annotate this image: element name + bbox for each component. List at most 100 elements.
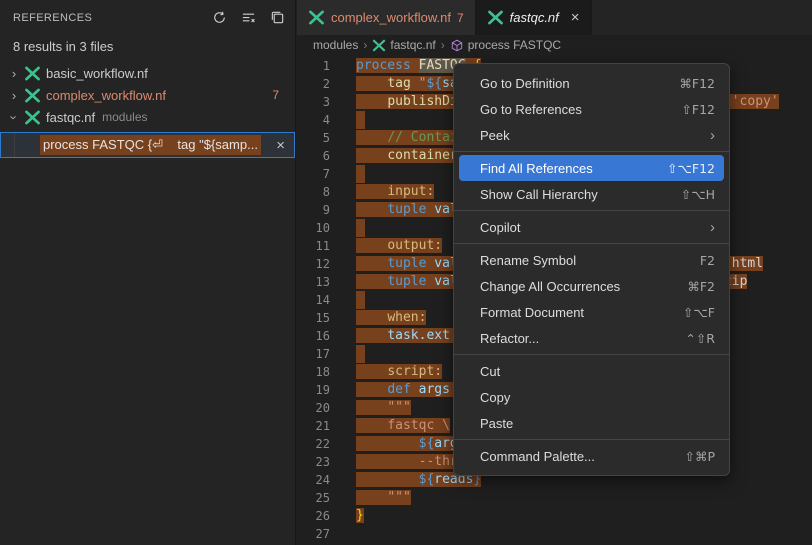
tab-bar: complex_workflow.nf 7 fastqc.nf ×: [297, 0, 812, 35]
menu-separator: [454, 243, 729, 244]
menu-item-shortcut: ⇧⌘P: [684, 449, 715, 464]
line-number: 18: [297, 363, 330, 381]
line-number: 14: [297, 291, 330, 309]
code-line: 27: [297, 525, 812, 543]
symbol-cube-icon: [450, 39, 464, 52]
reference-highlight-empty-line: [356, 291, 365, 309]
code-line-content[interactable]: fastqc \: [330, 417, 450, 435]
line-number: 6: [297, 147, 330, 165]
menu-item-show-call-hierarchy[interactable]: Show Call Hierarchy ⇧⌥H: [459, 181, 724, 207]
line-number: 23: [297, 453, 330, 471]
line-number: 5: [297, 129, 330, 147]
menu-item-command-palette[interactable]: Command Palette...⇧⌘P: [459, 443, 724, 469]
reference-highlight: when:: [356, 310, 426, 325]
reference-highlight: }: [356, 508, 364, 523]
file-row-complex-workflow[interactable]: › complex_workflow.nf 7: [0, 84, 295, 106]
breadcrumb-item-process-fastqc[interactable]: process FASTQC: [450, 38, 561, 52]
results-summary: 8 results in 3 files: [0, 35, 295, 62]
breadcrumb-item-modules[interactable]: modules: [313, 38, 358, 52]
line-number: 7: [297, 165, 330, 183]
code-line-content[interactable]: [330, 219, 365, 237]
menu-separator: [454, 210, 729, 211]
result-count-badge: 7: [272, 88, 287, 102]
menu-item-format-document[interactable]: Format Document⇧⌥F: [459, 299, 724, 325]
code-line-content[interactable]: [330, 525, 356, 543]
file-folder-label: modules: [102, 110, 147, 124]
file-row-basic-workflow[interactable]: › basic_workflow.nf: [0, 62, 295, 84]
code-line-content[interactable]: [330, 291, 365, 309]
context-menu: Go to Definition⌘F12Go to References⇧F12…: [453, 63, 730, 476]
reference-highlight: fastqc \: [356, 418, 450, 433]
nextflow-icon: [372, 39, 386, 52]
line-number: 12: [297, 255, 330, 273]
file-row-fastqc[interactable]: › fastqc.nf modules: [0, 106, 295, 128]
menu-item-label: Copilot: [480, 220, 520, 235]
line-number: 2: [297, 75, 330, 93]
line-number: 25: [297, 489, 330, 507]
menu-item-label: Format Document: [480, 305, 584, 320]
menu-item-shortcut: ⇧⌥H: [681, 187, 715, 202]
code-line-content[interactable]: """: [330, 399, 411, 417]
menu-item-label: Rename Symbol: [480, 253, 576, 268]
line-number: 13: [297, 273, 330, 291]
menu-item-label: Show Call Hierarchy: [480, 187, 598, 202]
nextflow-icon: [308, 10, 325, 25]
breadcrumb-item-fastqc[interactable]: fastqc.nf: [372, 38, 435, 52]
tab-fastqc[interactable]: fastqc.nf ×: [476, 0, 592, 35]
menu-item-shortcut: ⌘F2: [687, 279, 715, 294]
panel-title: REFERENCES: [13, 12, 92, 24]
vscode-window: REFERENCES: [0, 0, 812, 545]
code-line-content[interactable]: }: [330, 507, 364, 525]
results-tree: › basic_workflow.nf › complex_workflow.n…: [0, 62, 295, 158]
references-panel-header: REFERENCES: [0, 0, 295, 35]
menu-item-paste[interactable]: Paste: [459, 410, 724, 436]
file-name: fastqc.nf: [46, 110, 95, 125]
line-number: 15: [297, 309, 330, 327]
menu-item-refactor[interactable]: Refactor...⌃⇧R: [459, 325, 724, 351]
code-line-content[interactable]: when:: [330, 309, 426, 327]
file-name: complex_workflow.nf: [46, 88, 166, 103]
code-line: 26}: [297, 507, 812, 525]
code-line-content[interactable]: input:: [330, 183, 434, 201]
menu-item-change-all-occurrences[interactable]: Change All Occurrences ⌘F2: [459, 273, 724, 299]
reference-highlight-empty-line: [356, 111, 365, 129]
code-line-content[interactable]: [330, 111, 365, 129]
menu-item-go-to-definition[interactable]: Go to Definition⌘F12: [459, 70, 724, 96]
menu-item-peek[interactable]: Peek›: [459, 122, 724, 148]
reference-highlight: """: [356, 490, 411, 505]
code-line-content[interactable]: [330, 165, 365, 183]
code-line-content[interactable]: output:: [330, 237, 442, 255]
close-tab-icon[interactable]: ×: [571, 9, 580, 26]
code-line-content[interactable]: [330, 345, 365, 363]
menu-item-rename-symbol[interactable]: Rename Symbol F2: [459, 247, 724, 273]
tab-complex-workflow[interactable]: complex_workflow.nf 7: [297, 0, 476, 35]
clear-all-icon[interactable]: [238, 8, 258, 28]
line-number: 8: [297, 183, 330, 201]
chevron-right-icon[interactable]: ›: [6, 88, 22, 103]
reference-highlight: output:: [356, 238, 442, 253]
menu-item-copy[interactable]: Copy: [459, 384, 724, 410]
collapse-all-icon[interactable]: [267, 8, 287, 28]
tab-label: fastqc.nf: [510, 10, 559, 25]
menu-item-copilot[interactable]: Copilot›: [459, 214, 724, 240]
menu-item-find-all-references[interactable]: Find All References⇧⌥F12: [459, 155, 724, 181]
code-line-content[interactable]: """: [330, 489, 411, 507]
references-panel: REFERENCES: [0, 0, 296, 545]
menu-separator: [454, 439, 729, 440]
chevron-down-icon[interactable]: ›: [7, 109, 22, 125]
code-line-content[interactable]: script:: [330, 363, 442, 381]
reference-result-item-selected[interactable]: process FASTQC {⏎ tag "${samp... ×: [0, 132, 295, 158]
menu-item-label: Change All Occurrences: [480, 279, 620, 294]
breadcrumb-separator: ›: [441, 38, 445, 52]
menu-item-cut[interactable]: Cut: [459, 358, 724, 384]
refresh-icon[interactable]: [209, 8, 229, 28]
reference-highlight: input:: [356, 184, 434, 199]
reference-highlight-empty-line: [356, 345, 365, 363]
menu-item-shortcut: F2: [700, 253, 715, 268]
menu-separator: [454, 354, 729, 355]
chevron-right-icon[interactable]: ›: [6, 66, 22, 81]
menu-item-go-to-references[interactable]: Go to References⇧F12: [459, 96, 724, 122]
reference-highlight: script:: [356, 364, 442, 379]
dismiss-result-icon[interactable]: ×: [267, 137, 294, 154]
menu-item-shortcut: ⇧F12: [681, 102, 715, 117]
